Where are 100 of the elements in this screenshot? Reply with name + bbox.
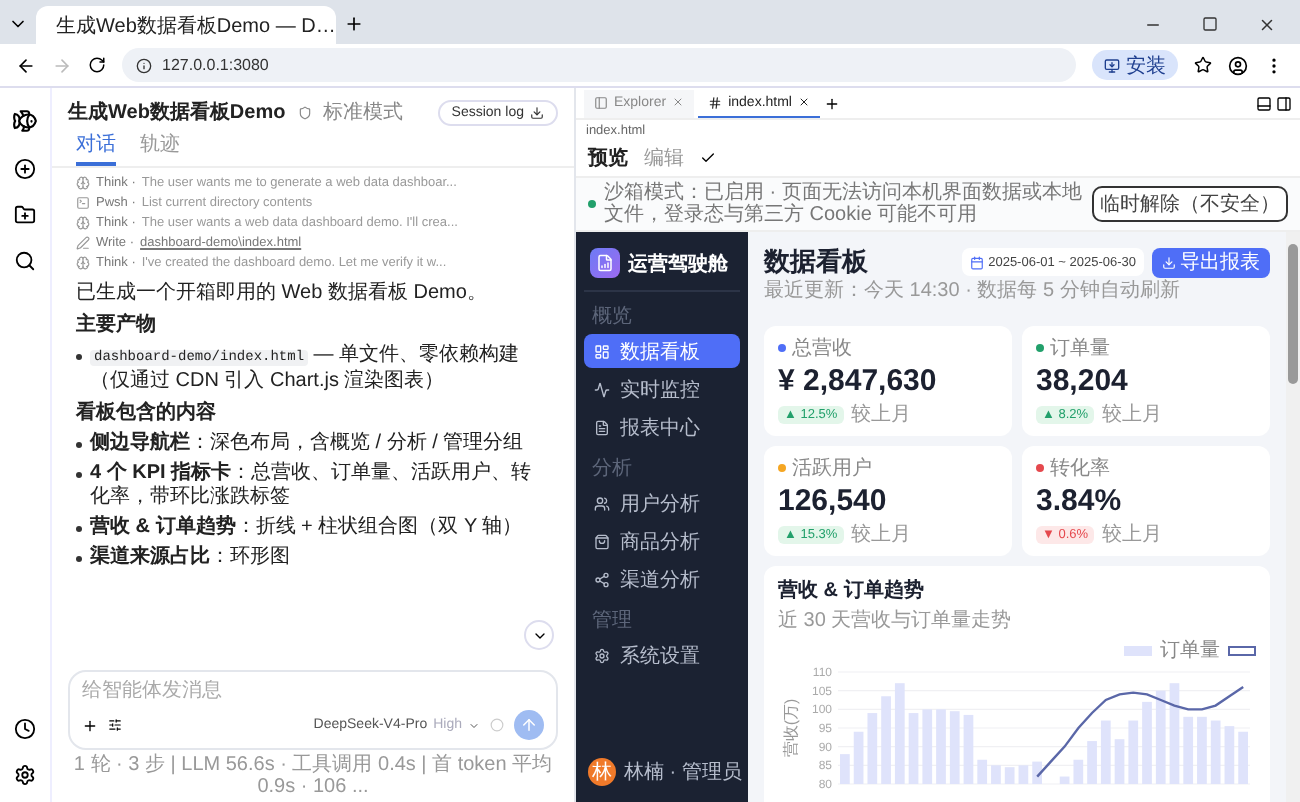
bar (1155, 690, 1166, 784)
shield-icon (297, 105, 312, 119)
close-icon[interactable] (1258, 15, 1276, 33)
nav-item[interactable]: 商品分析 (584, 524, 740, 558)
status-dot (588, 200, 596, 208)
bullet-icon (76, 354, 82, 360)
card-title: 营收 & 订单趋势 (778, 577, 926, 604)
section-heading: 主要产物 (76, 314, 158, 338)
kpi-value: ¥ 2,847,630 (778, 364, 939, 398)
kpi-value: 126,540 (778, 484, 889, 518)
scrollbar[interactable] (1286, 232, 1300, 802)
nav-item[interactable]: 报表中心 (584, 410, 740, 444)
chat-tab[interactable]: 对话 (76, 128, 116, 166)
back-icon[interactable] (16, 55, 36, 75)
fish-icon[interactable] (12, 108, 38, 134)
reload-icon[interactable] (88, 56, 106, 74)
bar (922, 709, 933, 784)
chevron-down-icon (468, 719, 480, 731)
bar (1018, 765, 1029, 784)
nav-group-title: 管理 (590, 608, 634, 634)
legend-swatch (1228, 645, 1256, 655)
download-icon (530, 105, 544, 119)
browser-tab[interactable]: 生成Web数据看板Demo — D… (36, 6, 336, 44)
bar (1004, 767, 1015, 784)
close-icon (672, 96, 685, 108)
chat-title: 生成Web数据看板Demo (68, 99, 286, 126)
mode-tab[interactable]: 预览 (588, 144, 628, 172)
panel-icon (594, 95, 608, 109)
kpi-label: 转化率 (1050, 455, 1110, 482)
pulse-icon (594, 381, 610, 397)
circle-icon (490, 718, 504, 732)
kpi-label: 总营收 (792, 335, 852, 362)
bar (949, 711, 960, 784)
install-button[interactable]: 安装 (1092, 50, 1178, 80)
brand-name: 运营驾驶舱 (628, 251, 728, 277)
sliders-icon[interactable] (108, 718, 122, 732)
star-icon[interactable] (1194, 56, 1212, 74)
folder-plus-icon[interactable] (14, 204, 36, 226)
panel-bottom-icon[interactable] (1256, 95, 1272, 111)
new-tab-icon[interactable] (344, 14, 364, 34)
scroll-down-button[interactable] (524, 620, 554, 650)
bar (1100, 720, 1111, 784)
bar (840, 754, 850, 784)
nav-group-title: 分析 (590, 455, 634, 482)
page-title: 数据看板 (764, 244, 868, 279)
stats-footer: 1 轮 · 3 步 | LLM 56.6s · 工具调用 0.4s | 首 token 平均 0.9s · 106 ... (52, 754, 574, 802)
nav-item[interactable]: 实时监控 (584, 372, 740, 406)
plus-icon[interactable] (82, 717, 98, 733)
new-tab-icon[interactable] (823, 95, 840, 111)
nav-item[interactable]: 数据看板 (584, 334, 740, 368)
maximize-icon[interactable] (1202, 16, 1218, 32)
address-field[interactable]: 127.0.0.1:3080 (122, 48, 1076, 82)
axis-title: 营收(万) (782, 698, 800, 758)
search-icon[interactable] (14, 250, 36, 272)
download-icon (1162, 255, 1176, 269)
panel-right-icon[interactable] (1276, 95, 1292, 111)
bullet-icon (76, 526, 82, 532)
card-subtitle: 近 30 天营收与订单量走势 (778, 607, 1014, 634)
nav-item[interactable]: 渠道分析 (584, 562, 740, 596)
legend-swatch (1124, 645, 1152, 655)
bar (1073, 759, 1084, 784)
brain-icon (76, 176, 90, 190)
bar (908, 713, 919, 784)
bar (881, 696, 891, 784)
bullet-text: 4 个 KPI 指标卡：总营收、订单量、活跃用户、转化率，带环比涨跌标签 (90, 462, 534, 510)
bar (853, 731, 864, 784)
users-icon (594, 495, 610, 511)
kpi-value: 38,204 (1036, 364, 1130, 398)
bullet-icon (76, 472, 82, 478)
bar (977, 759, 988, 784)
bar (1128, 720, 1139, 784)
sandbox-notice: 沙箱模式：已启用 · 页面无法访问本机界面数据或本地文件，登录态与第三方 Cookie 可能不可用 (604, 182, 1084, 226)
bar (1059, 776, 1070, 784)
bar (894, 683, 905, 784)
close-icon (797, 96, 810, 108)
comparison-note: 较上月 (851, 521, 912, 548)
bar (1142, 701, 1152, 784)
mode-label: 标准模式 (323, 99, 404, 126)
nav-item[interactable]: 系统设置 (584, 638, 740, 672)
tab-title: 生成Web数据看板Demo — D… (56, 13, 336, 39)
kpi-value: 3.84% (1036, 484, 1124, 518)
monitor-icon (1104, 57, 1120, 73)
avatar: 林 (588, 758, 616, 786)
unsafe-button[interactable]: 临时解除（不安全） (1092, 186, 1288, 222)
check-icon[interactable] (700, 150, 716, 166)
new-chat-icon[interactable] (14, 158, 36, 180)
settings-icon[interactable] (14, 764, 36, 786)
bar (1210, 720, 1221, 784)
clock-icon[interactable] (14, 718, 36, 740)
bar (963, 714, 974, 784)
chart-file-icon (596, 254, 614, 272)
kpi-label: 活跃用户 (792, 455, 872, 482)
bullet-icon (76, 442, 82, 448)
profile-icon[interactable] (1228, 55, 1248, 75)
bar (1087, 741, 1097, 784)
hash-icon (708, 95, 723, 109)
bag-icon (594, 533, 610, 549)
export-button[interactable]: 导出报表 (1152, 247, 1270, 277)
bar (991, 765, 1001, 784)
nav-item[interactable]: 用户分析 (584, 486, 740, 520)
